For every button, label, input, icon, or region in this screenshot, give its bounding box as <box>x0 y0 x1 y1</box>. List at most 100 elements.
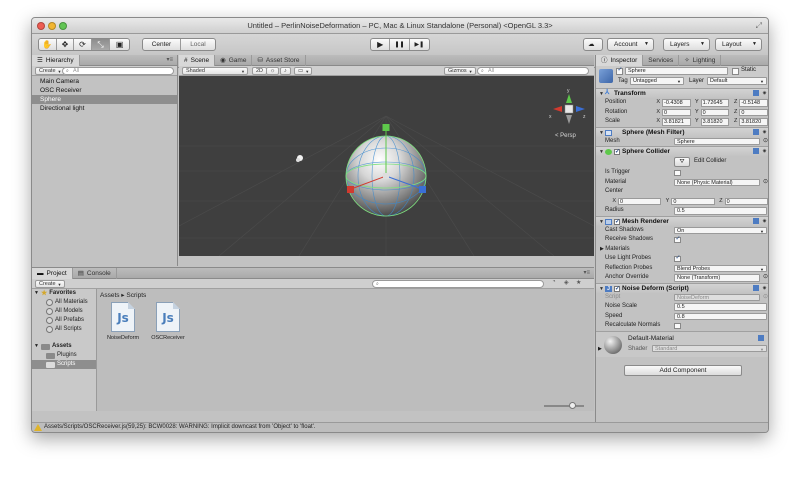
pivot-center-button[interactable]: Center <box>143 39 181 50</box>
favorite-all-models[interactable]: All Models <box>32 307 96 316</box>
favorite-all-scripts[interactable]: All Scripts <box>32 325 96 334</box>
position-z-input[interactable]: -0.5148 <box>739 99 768 107</box>
tab-inspector[interactable]: ⓘ Inspector <box>596 55 644 66</box>
tab-services[interactable]: Services <box>643 55 680 66</box>
rotation-x-input[interactable]: 0 <box>662 108 691 116</box>
tab-game[interactable]: ◉ Game <box>215 55 253 66</box>
tab-project[interactable]: ▬ Project <box>32 268 73 279</box>
filter-by-type-icon[interactable]: ◔ <box>552 279 556 285</box>
object-picker-icon[interactable]: ⊙ <box>763 178 768 188</box>
favorite-all-materials[interactable]: All Materials <box>32 298 96 307</box>
speed-input[interactable]: 0.8 <box>674 312 767 320</box>
scene-effects-dropdown[interactable]: ▭ ▼ <box>294 67 313 75</box>
favorite-star-icon[interactable]: ★ <box>576 279 581 286</box>
is-trigger-checkbox[interactable] <box>674 169 681 176</box>
icon-size-slider[interactable] <box>544 402 584 409</box>
hierarchy-item-main-camera[interactable]: Main Camera <box>32 77 177 86</box>
gizmos-dropdown[interactable]: Gizmos ▼ <box>444 67 476 75</box>
cast-shadows-dropdown[interactable]: On ▼ <box>674 226 767 234</box>
component-enabled-checkbox[interactable] <box>614 217 620 227</box>
play-button[interactable]: ▶ <box>371 39 391 50</box>
scale-z-input[interactable]: 3.81820 <box>739 118 768 126</box>
noise-scale-input[interactable]: 0.5 <box>674 303 767 311</box>
hand-tool-icon[interactable]: ✋ <box>39 39 57 50</box>
component-enabled-checkbox[interactable] <box>614 284 620 294</box>
close-window-button[interactable] <box>37 22 45 30</box>
move-tool-icon[interactable]: ✥ <box>57 39 75 50</box>
layout-dropdown[interactable]: Layout ▼ <box>715 38 762 51</box>
physic-material-field[interactable]: None (Physic Material) <box>674 178 760 186</box>
asset-noisedeform[interactable]: Js NoiseDeform <box>103 302 143 341</box>
receive-shadows-checkbox[interactable] <box>674 235 681 243</box>
object-name-field[interactable]: Sphere <box>625 67 728 75</box>
scale-x-input[interactable]: 3.81821 <box>662 118 691 126</box>
tag-dropdown[interactable]: Untagged ▼ <box>630 77 684 85</box>
rect-tool-icon[interactable]: ▣ <box>110 39 129 50</box>
mesh-filter-header[interactable]: ▼ Sphere (Mesh Filter) ✷ <box>596 126 768 137</box>
rotation-y-input[interactable]: 0 <box>700 108 730 116</box>
tab-lighting[interactable]: ✧ Lighting <box>679 55 722 66</box>
hierarchy-search-input[interactable]: ⌕ All <box>62 67 174 75</box>
fold-arrow-icon[interactable]: ▶ <box>598 346 602 352</box>
project-search-input[interactable]: ⌕ <box>372 280 544 288</box>
toggle-2d-button[interactable]: 2D <box>252 67 268 75</box>
pivot-local-button[interactable]: Local <box>181 39 215 50</box>
breadcrumb[interactable]: Assets ▸ Scripts <box>100 291 146 299</box>
tab-hierarchy[interactable]: ☰ Hierarchy <box>32 55 80 66</box>
panel-menu-icon[interactable]: ▾≡ <box>166 56 173 63</box>
recalculate-normals-checkbox[interactable] <box>674 322 681 329</box>
layer-dropdown[interactable]: Default ▼ <box>707 77 767 85</box>
shading-mode-dropdown[interactable]: Shaded ▼ <box>182 67 248 75</box>
object-picker-icon[interactable]: ⊙ <box>763 137 768 147</box>
rotate-tool-icon[interactable]: ⟳ <box>74 39 92 50</box>
light-probes-checkbox[interactable] <box>674 254 681 262</box>
edit-collider-button[interactable]: ⛛ <box>674 157 690 167</box>
object-picker-icon[interactable]: ⊙ <box>763 273 768 283</box>
hierarchy-item-osc-receiver[interactable]: OSC Receiver <box>32 86 177 95</box>
favorites-header[interactable]: ▼ ★ Favorites <box>32 289 96 298</box>
step-button[interactable]: ▶❚ <box>410 39 429 50</box>
rotation-z-input[interactable]: 0 <box>739 108 768 116</box>
anchor-override-field[interactable]: None (Transform) <box>674 274 760 282</box>
component-enabled-checkbox[interactable] <box>614 147 620 157</box>
scale-y-input[interactable]: 3.81820 <box>700 118 730 126</box>
add-component-button[interactable]: Add Component <box>624 364 742 376</box>
help-book-icon[interactable] <box>758 334 764 341</box>
mesh-renderer-header[interactable]: ▼ Mesh Renderer ✷ <box>596 215 768 227</box>
panel-menu-icon[interactable]: ▾≡ <box>583 269 590 276</box>
cloud-button[interactable]: ☁ <box>583 38 603 51</box>
slider-handle[interactable] <box>569 402 576 409</box>
radius-input[interactable]: 0.5 <box>674 207 767 215</box>
maximize-window-button[interactable] <box>59 22 67 30</box>
hierarchy-create-dropdown[interactable]: Create ▼ <box>35 67 65 75</box>
scene-audio-toggle[interactable]: ♪ <box>280 67 291 75</box>
orientation-gizmo[interactable] <box>553 94 585 124</box>
asset-oscreceiver[interactable]: Js OSCReceiver <box>148 302 188 341</box>
favorite-all-prefabs[interactable]: All Prefabs <box>32 316 96 325</box>
hierarchy-item-sphere[interactable]: Sphere <box>32 95 177 104</box>
tab-scene[interactable]: # Scene <box>179 55 216 66</box>
position-y-input[interactable]: 1.72645 <box>700 99 730 107</box>
assets-folder[interactable]: ▼ Assets <box>32 342 96 351</box>
object-active-checkbox[interactable] <box>616 66 623 75</box>
reflection-probes-dropdown[interactable]: Blend Probes ▼ <box>674 264 767 272</box>
scene-lighting-toggle[interactable]: ☼ <box>266 67 280 75</box>
center-x-input[interactable]: 0 <box>618 197 662 205</box>
filter-by-label-icon[interactable]: ◈ <box>564 279 569 286</box>
position-x-input[interactable]: -0.4308 <box>662 99 691 107</box>
layers-dropdown[interactable]: Layers ▼ <box>663 38 710 51</box>
materials-foldout[interactable]: ▶ Materials <box>596 245 768 255</box>
center-y-input[interactable]: 0 <box>671 197 715 205</box>
tab-console[interactable]: ▤ Console <box>73 268 117 279</box>
scene-viewport[interactable]: y x z < Persp <box>179 76 594 256</box>
scene-search-input[interactable]: ⌕ All <box>477 67 589 75</box>
pause-button[interactable]: ❚❚ <box>390 39 410 50</box>
noise-deform-header[interactable]: ▼ J Noise Deform (Script) ✷ <box>596 282 768 294</box>
center-z-input[interactable]: 0 <box>724 197 768 205</box>
transform-header[interactable]: ▼ ⅄ Transform ✷ <box>596 88 768 98</box>
folder-scripts[interactable]: Scripts <box>32 360 96 369</box>
status-bar[interactable]: Assets/Scripts/OSCReceiver.js(59,25): BC… <box>32 422 768 432</box>
project-create-dropdown[interactable]: Create ▼ <box>35 280 65 288</box>
mesh-object-field[interactable]: Sphere <box>674 137 760 145</box>
account-dropdown[interactable]: Account ▼ <box>607 38 654 51</box>
